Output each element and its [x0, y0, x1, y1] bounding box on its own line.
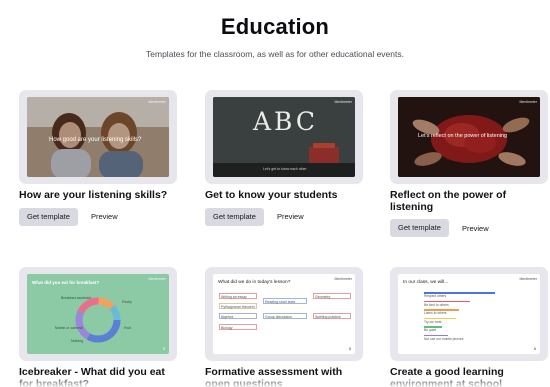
donut-label: Muesli or oatmeal: [55, 326, 83, 330]
bar-row: Not use our mobile phones: [424, 334, 524, 343]
brand-logo: Mentimeter: [334, 277, 352, 281]
response-count: 6: [534, 347, 536, 351]
brand-logo: Mentimeter: [334, 100, 352, 104]
open-answer-box: Biology: [219, 324, 257, 330]
template-card-know-students[interactable]: ABC Let's get to know each other Mentime…: [205, 90, 363, 226]
bar: [424, 317, 456, 320]
donut-label: Pastry: [122, 300, 132, 304]
donut-label: Fruit: [124, 326, 131, 330]
template-thumbnail-frame[interactable]: ABC Let's get to know each other Mentime…: [205, 90, 363, 184]
bar-row: Try our best: [424, 317, 524, 326]
thumbnail-question: What did we do in today's lesson?: [218, 280, 291, 285]
open-answer-box: Writing an essay: [219, 293, 257, 299]
template-thumbnail-frame[interactable]: What did we do in today's lesson? Mentim…: [205, 267, 363, 361]
bar: [424, 334, 448, 337]
donut-label: Nothing: [71, 339, 84, 343]
bar: [424, 292, 496, 294]
template-title[interactable]: Reflect on the power of listening: [390, 189, 548, 213]
template-card-listening-skills[interactable]: How good are your listening skills? Ment…: [19, 90, 177, 226]
brand-logo: Mentimeter: [519, 277, 537, 281]
response-count: 8: [349, 347, 351, 351]
template-card-learning-environment[interactable]: In our class, we will... Mentimeter Resp…: [390, 267, 548, 387]
thumbnail-question: Let's reflect on the power of listening: [418, 133, 508, 139]
bar-row: Listen to others: [424, 309, 524, 317]
template-title[interactable]: Get to know your students: [205, 189, 363, 202]
open-answer-box: Algebra: [219, 313, 257, 319]
thumbnail-caption: Let's get to know each other: [263, 167, 307, 171]
template-card-power-of-listening[interactable]: Let's reflect on the power of listening …: [390, 90, 548, 237]
preview-link[interactable]: Preview: [462, 224, 489, 233]
get-template-button[interactable]: Get template: [390, 219, 449, 237]
template-thumbnail: Let's reflect on the power of listening …: [398, 97, 540, 177]
donut-chart-thumbnail: [75, 297, 121, 343]
preview-link[interactable]: Preview: [91, 212, 118, 221]
bar-row: Be quiet: [424, 326, 524, 334]
bar-label: Be kind to others: [424, 302, 449, 307]
chalk-text: ABC: [253, 107, 319, 136]
template-thumbnail-frame[interactable]: How good are your listening skills? Ment…: [19, 90, 177, 184]
bar-row: Respect others: [424, 292, 524, 300]
bar: [424, 309, 460, 311]
donut-label: Breakfast sandwich: [61, 296, 92, 300]
bar-row: Be kind to others: [424, 300, 524, 309]
bar-chart-thumbnail: Respect others Be kind to others Listen to…: [424, 292, 524, 344]
brand-logo: Mentimeter: [148, 100, 166, 104]
template-card-formative-assessment[interactable]: What did we do in today's lesson? Mentim…: [205, 267, 363, 387]
bar-label: Respect others: [424, 294, 447, 299]
template-thumbnail: How good are your listening skills? Ment…: [27, 97, 169, 177]
template-title[interactable]: How are your listening skills?: [19, 189, 177, 202]
bar-label: Not use our mobile phones: [424, 336, 464, 341]
template-thumbnail: What did we do in today's lesson? Mentim…: [213, 274, 355, 354]
template-thumbnail-frame[interactable]: Let's reflect on the power of listening …: [390, 90, 548, 184]
open-answer-box: Reading short texts: [263, 298, 307, 304]
template-thumbnail: In our class, we will... Mentimeter Resp…: [398, 274, 540, 354]
template-thumbnail-frame[interactable]: What did you eat for breakfast? Mentimet…: [19, 267, 177, 361]
bar-label: Try our best: [424, 319, 442, 324]
open-answer-box: Pythagorean theorem: [219, 303, 257, 309]
template-thumbnail-frame[interactable]: In our class, we will... Mentimeter Resp…: [390, 267, 548, 361]
template-thumbnail: What did you eat for breakfast? Mentimet…: [27, 274, 169, 354]
get-template-button[interactable]: Get template: [205, 207, 264, 226]
page-title: Education: [220, 14, 330, 39]
page-subtitle: Templates for the classroom, as well as …: [146, 49, 404, 59]
preview-link[interactable]: Preview: [277, 212, 304, 221]
response-count: 5: [163, 347, 165, 351]
bar: [424, 300, 471, 303]
thumbnail-question: In our class, we will...: [403, 280, 449, 285]
open-answer-box: Geometry: [313, 293, 351, 299]
bar-label: Listen to others: [424, 311, 447, 316]
open-answer-box: Group discussion: [263, 313, 307, 319]
get-template-button[interactable]: Get template: [19, 207, 78, 226]
bar: [424, 326, 443, 328]
template-thumbnail: ABC Let's get to know each other Mentime…: [213, 97, 355, 177]
bar-label: Be quiet: [424, 328, 437, 333]
thumbnail-question: How good are your listening skills?: [49, 137, 142, 143]
open-answer-box: Spelling practice: [313, 313, 351, 319]
template-card-breakfast-icebreaker[interactable]: What did you eat for breakfast? Mentimet…: [19, 267, 177, 387]
bottom-fade: [0, 374, 550, 387]
brand-logo: Mentimeter: [519, 100, 537, 104]
